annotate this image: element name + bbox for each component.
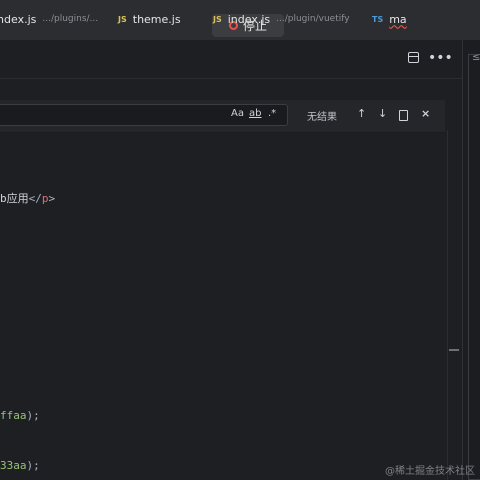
match-case-toggle[interactable]: Aa [231, 108, 244, 119]
ts-file-icon: TS [372, 14, 384, 24]
regex-toggle[interactable]: .* [268, 108, 276, 119]
watermark: @稀土掘金技术社区 [385, 466, 475, 477]
whole-word-toggle[interactable]: ab [249, 108, 261, 119]
js-file-icon: JS [213, 14, 222, 24]
tab-theme[interactable]: JS theme.js [118, 0, 181, 38]
find-widget: Aa ab .* 无结果 ↑ ↓ [0, 100, 445, 133]
close-find-icon[interactable]: × [421, 107, 430, 120]
code-line: b应用</p> [0, 192, 56, 205]
js-file-icon: JS [118, 14, 127, 24]
find-status: 无结果 [307, 112, 337, 123]
code-line: 33aa); [0, 459, 40, 472]
tab-main-ts[interactable]: TS ma [372, 0, 407, 38]
scrollbar-thumb[interactable] [449, 349, 459, 351]
editor-scrollbar[interactable] [447, 130, 463, 480]
find-in-selection-icon[interactable] [399, 110, 408, 121]
tab-name: index.js [227, 12, 271, 26]
more-actions-icon[interactable]: ••• [428, 50, 453, 66]
code-line: ffaa); [0, 409, 40, 422]
right-panel-frame [468, 54, 480, 480]
tab-name: index.js [0, 12, 37, 26]
tab-index-plugins[interactable]: index.js .../plugins/... [0, 0, 98, 38]
tab-index-vuetify[interactable]: JS index.js .../plugin/vuetify [213, 0, 350, 38]
tab-path: .../plugins/... [42, 14, 99, 24]
tab-name: ma [389, 12, 407, 26]
find-input[interactable] [0, 104, 288, 126]
editor-tab-bar [0, 40, 462, 79]
tab-name: theme.js [132, 12, 181, 26]
next-match-arrow-icon[interactable]: ↓ [378, 107, 387, 120]
right-panel-icon: ≤ [472, 52, 480, 63]
split-editor-icon[interactable] [408, 52, 419, 63]
previous-match-arrow-icon[interactable]: ↑ [357, 107, 366, 120]
tab-path: .../plugin/vuetify [276, 14, 350, 24]
